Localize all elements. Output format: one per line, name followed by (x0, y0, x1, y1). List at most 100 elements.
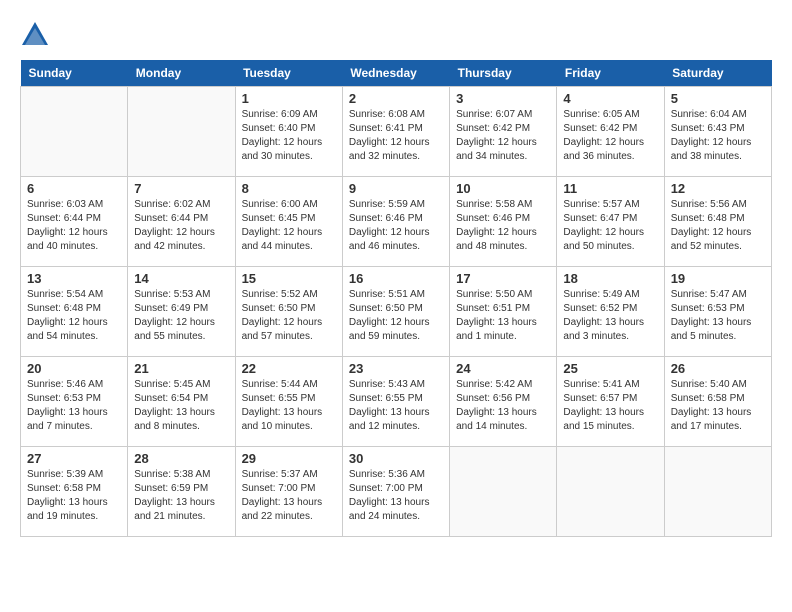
day-info: Sunrise: 6:04 AM Sunset: 6:43 PM Dayligh… (671, 108, 765, 164)
day-info: Sunrise: 6:02 AM Sunset: 6:44 PM Dayligh… (134, 198, 228, 254)
day-info: Sunrise: 6:05 AM Sunset: 6:42 PM Dayligh… (563, 108, 657, 164)
calendar-cell: 19 Sunrise: 5:47 AM Sunset: 6:53 PM Dayli… (664, 267, 771, 357)
calendar-cell: 7 Sunrise: 6:02 AM Sunset: 6:44 PM Daylig… (128, 177, 235, 267)
calendar-cell: 11 Sunrise: 5:57 AM Sunset: 6:47 PM Dayli… (557, 177, 664, 267)
day-number: 17 (456, 271, 550, 286)
calendar-cell: 21 Sunrise: 5:45 AM Sunset: 6:54 PM Dayli… (128, 357, 235, 447)
day-number: 18 (563, 271, 657, 286)
calendar-cell: 16 Sunrise: 5:51 AM Sunset: 6:50 PM Dayli… (342, 267, 449, 357)
calendar-cell: 5 Sunrise: 6:04 AM Sunset: 6:43 PM Daylig… (664, 87, 771, 177)
weekday-header-monday: Monday (128, 60, 235, 87)
day-number: 13 (27, 271, 121, 286)
day-info: Sunrise: 5:53 AM Sunset: 6:49 PM Dayligh… (134, 288, 228, 344)
day-info: Sunrise: 5:58 AM Sunset: 6:46 PM Dayligh… (456, 198, 550, 254)
weekday-header-saturday: Saturday (664, 60, 771, 87)
day-number: 27 (27, 451, 121, 466)
calendar-table: SundayMondayTuesdayWednesdayThursdayFrid… (20, 60, 772, 537)
day-info: Sunrise: 5:47 AM Sunset: 6:53 PM Dayligh… (671, 288, 765, 344)
calendar-cell: 15 Sunrise: 5:52 AM Sunset: 6:50 PM Dayli… (235, 267, 342, 357)
calendar-cell: 26 Sunrise: 5:40 AM Sunset: 6:58 PM Dayli… (664, 357, 771, 447)
calendar-cell (450, 447, 557, 537)
calendar-cell: 20 Sunrise: 5:46 AM Sunset: 6:53 PM Dayli… (21, 357, 128, 447)
calendar-week-row: 20 Sunrise: 5:46 AM Sunset: 6:53 PM Dayli… (21, 357, 772, 447)
weekday-header-tuesday: Tuesday (235, 60, 342, 87)
day-number: 7 (134, 181, 228, 196)
calendar-cell: 1 Sunrise: 6:09 AM Sunset: 6:40 PM Daylig… (235, 87, 342, 177)
day-number: 16 (349, 271, 443, 286)
day-number: 21 (134, 361, 228, 376)
day-number: 11 (563, 181, 657, 196)
day-info: Sunrise: 5:57 AM Sunset: 6:47 PM Dayligh… (563, 198, 657, 254)
calendar-cell: 24Sunrise: 5:42 AM Sunset: 6:56 PM Dayli… (450, 357, 557, 447)
day-info: Sunrise: 5:38 AM Sunset: 6:59 PM Dayligh… (134, 468, 228, 524)
day-number: 5 (671, 91, 765, 106)
day-info: Sunrise: 5:36 AM Sunset: 7:00 PM Dayligh… (349, 468, 443, 524)
day-number: 28 (134, 451, 228, 466)
calendar-cell: 13 Sunrise: 5:54 AM Sunset: 6:48 PM Dayli… (21, 267, 128, 357)
day-number: 14 (134, 271, 228, 286)
day-info: Sunrise: 5:45 AM Sunset: 6:54 PM Dayligh… (134, 378, 228, 434)
day-info: Sunrise: 5:37 AM Sunset: 7:00 PM Dayligh… (242, 468, 336, 524)
calendar-cell: 18 Sunrise: 5:49 AM Sunset: 6:52 PM Dayli… (557, 267, 664, 357)
calendar-cell: 27 Sunrise: 5:39 AM Sunset: 6:58 PM Dayli… (21, 447, 128, 537)
day-info: Sunrise: 5:54 AM Sunset: 6:48 PM Dayligh… (27, 288, 121, 344)
day-number: 10 (456, 181, 550, 196)
day-number: 15 (242, 271, 336, 286)
day-number: 9 (349, 181, 443, 196)
day-info: Sunrise: 5:49 AM Sunset: 6:52 PM Dayligh… (563, 288, 657, 344)
day-number: 24 (456, 361, 550, 376)
calendar-cell: 8 Sunrise: 6:00 AM Sunset: 6:45 PM Daylig… (235, 177, 342, 267)
calendar-cell: 12 Sunrise: 5:56 AM Sunset: 6:48 PM Dayli… (664, 177, 771, 267)
calendar-cell: 6 Sunrise: 6:03 AM Sunset: 6:44 PM Daylig… (21, 177, 128, 267)
calendar-week-row: 1 Sunrise: 6:09 AM Sunset: 6:40 PM Daylig… (21, 87, 772, 177)
day-info: Sunrise: 6:08 AM Sunset: 6:41 PM Dayligh… (349, 108, 443, 164)
calendar-cell: 28 Sunrise: 5:38 AM Sunset: 6:59 PM Dayli… (128, 447, 235, 537)
day-number: 23 (349, 361, 443, 376)
day-info: Sunrise: 6:00 AM Sunset: 6:45 PM Dayligh… (242, 198, 336, 254)
day-info: Sunrise: 6:03 AM Sunset: 6:44 PM Dayligh… (27, 198, 121, 254)
day-info: Sunrise: 5:41 AM Sunset: 6:57 PM Dayligh… (563, 378, 657, 434)
day-info: Sunrise: 5:51 AM Sunset: 6:50 PM Dayligh… (349, 288, 443, 344)
day-info: Sunrise: 5:50 AM Sunset: 6:51 PM Dayligh… (456, 288, 550, 344)
logo-icon (20, 20, 50, 50)
day-number: 22 (242, 361, 336, 376)
day-number: 1 (242, 91, 336, 106)
calendar-cell: 10 Sunrise: 5:58 AM Sunset: 6:46 PM Dayli… (450, 177, 557, 267)
day-info: Sunrise: 5:52 AM Sunset: 6:50 PM Dayligh… (242, 288, 336, 344)
calendar-cell (557, 447, 664, 537)
day-info: Sunrise: 5:40 AM Sunset: 6:58 PM Dayligh… (671, 378, 765, 434)
day-number: 6 (27, 181, 121, 196)
day-number: 20 (27, 361, 121, 376)
day-number: 26 (671, 361, 765, 376)
calendar-cell: 25 Sunrise: 5:41 AM Sunset: 6:57 PM Dayli… (557, 357, 664, 447)
day-number: 25 (563, 361, 657, 376)
calendar-cell: 9Sunrise: 5:59 AM Sunset: 6:46 PM Daylig… (342, 177, 449, 267)
calendar-cell: 22 Sunrise: 5:44 AM Sunset: 6:55 PM Dayli… (235, 357, 342, 447)
calendar-header-row: SundayMondayTuesdayWednesdayThursdayFrid… (21, 60, 772, 87)
day-number: 29 (242, 451, 336, 466)
day-info: Sunrise: 5:43 AM Sunset: 6:55 PM Dayligh… (349, 378, 443, 434)
calendar-week-row: 27 Sunrise: 5:39 AM Sunset: 6:58 PM Dayli… (21, 447, 772, 537)
calendar-cell (21, 87, 128, 177)
day-info: Sunrise: 5:56 AM Sunset: 6:48 PM Dayligh… (671, 198, 765, 254)
day-info: Sunrise: 5:39 AM Sunset: 6:58 PM Dayligh… (27, 468, 121, 524)
calendar-cell: 17 Sunrise: 5:50 AM Sunset: 6:51 PM Dayli… (450, 267, 557, 357)
calendar-cell: 4 Sunrise: 6:05 AM Sunset: 6:42 PM Daylig… (557, 87, 664, 177)
day-number: 19 (671, 271, 765, 286)
calendar-cell: 2Sunrise: 6:08 AM Sunset: 6:41 PM Daylig… (342, 87, 449, 177)
weekday-header-sunday: Sunday (21, 60, 128, 87)
calendar-cell: 29 Sunrise: 5:37 AM Sunset: 7:00 PM Dayli… (235, 447, 342, 537)
calendar-cell: 30 Sunrise: 5:36 AM Sunset: 7:00 PM Dayli… (342, 447, 449, 537)
day-number: 8 (242, 181, 336, 196)
day-info: Sunrise: 6:09 AM Sunset: 6:40 PM Dayligh… (242, 108, 336, 164)
day-info: Sunrise: 5:44 AM Sunset: 6:55 PM Dayligh… (242, 378, 336, 434)
day-number: 4 (563, 91, 657, 106)
logo (20, 20, 54, 50)
day-number: 12 (671, 181, 765, 196)
day-info: Sunrise: 6:07 AM Sunset: 6:42 PM Dayligh… (456, 108, 550, 164)
day-number: 30 (349, 451, 443, 466)
weekday-header-wednesday: Wednesday (342, 60, 449, 87)
calendar-cell: 3Sunrise: 6:07 AM Sunset: 6:42 PM Daylig… (450, 87, 557, 177)
day-info: Sunrise: 5:46 AM Sunset: 6:53 PM Dayligh… (27, 378, 121, 434)
weekday-header-thursday: Thursday (450, 60, 557, 87)
